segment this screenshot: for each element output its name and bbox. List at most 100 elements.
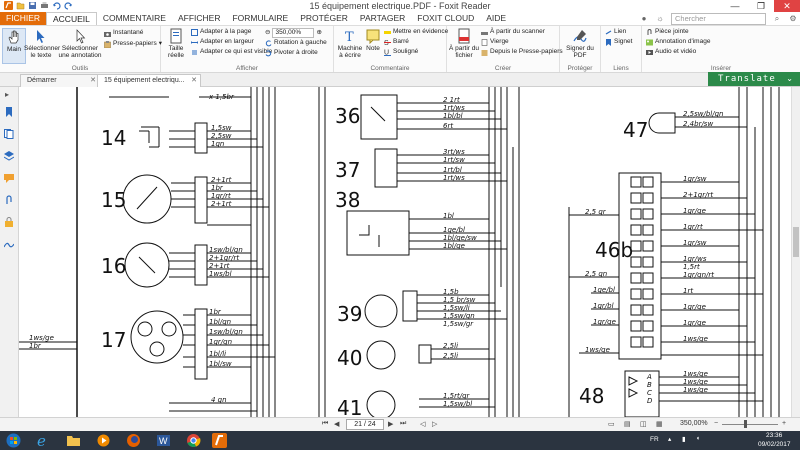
tab-formulaire[interactable]: FORMULAIRE <box>226 12 294 25</box>
vertical-scrollbar[interactable] <box>791 87 800 417</box>
continuous-view-icon[interactable]: ▤ <box>624 420 631 428</box>
minimize-button[interactable]: — <box>722 0 748 12</box>
tab-afficher[interactable]: AFFICHER <box>172 12 227 25</box>
previous-page-icon[interactable]: ◀ <box>334 420 339 428</box>
expand-arrow-icon[interactable]: ▸ <box>5 90 9 99</box>
from-file-button[interactable]: À partir du fichier <box>449 28 479 59</box>
foxit-reader-icon[interactable] <box>212 433 227 448</box>
close-button[interactable]: ✕ <box>774 0 800 12</box>
page-number-input[interactable]: 21 / 24 <box>346 419 384 430</box>
zoom-slider[interactable] <box>722 424 778 425</box>
previous-view-icon[interactable]: ◁ <box>420 420 425 428</box>
next-page-icon[interactable]: ▶ <box>388 420 393 428</box>
document-view[interactable]: 14 15 16 17 36 37 38 39 40 41 47 46b 48 … <box>19 87 792 417</box>
security-lock-icon[interactable] <box>4 217 14 227</box>
actual-size-button[interactable]: Taille réelle <box>163 28 189 59</box>
rotate-right-button[interactable]: Pivoter à droite <box>265 49 318 57</box>
tray-up-arrow-icon[interactable]: ▴ <box>668 435 671 443</box>
next-view-icon[interactable]: ▷ <box>432 420 437 428</box>
group-inserer: Pièce jointe Annotation d'image Audio et… <box>642 26 800 72</box>
audio-video-button[interactable]: Audio et vidéo <box>646 48 696 56</box>
from-scanner-label: À partir du scanner <box>490 28 545 35</box>
select-annotation-button[interactable]: Sélectionner une annotation <box>58 28 102 59</box>
tab-partager[interactable]: PARTAGER <box>354 12 411 25</box>
internet-explorer-icon[interactable]: e <box>36 432 51 450</box>
layers-panel-icon[interactable] <box>3 151 15 161</box>
sign-pdf-button[interactable]: Signer du PDF <box>562 28 598 59</box>
comments-panel-icon[interactable] <box>4 173 14 183</box>
network-icon[interactable]: ▮ <box>682 435 686 443</box>
tab-aide[interactable]: AIDE <box>480 12 512 25</box>
tab-fichier[interactable]: FICHIER <box>0 12 46 25</box>
blank-button[interactable]: Vierge <box>481 38 509 46</box>
wire-label: 1ge/bl <box>443 226 465 234</box>
chrome-icon[interactable] <box>186 433 201 448</box>
lightbulb-icon[interactable]: ☼ <box>655 14 665 24</box>
pages-panel-icon[interactable] <box>4 129 14 139</box>
attachments-panel-icon[interactable] <box>4 195 14 205</box>
underline-button[interactable]: U Souligné <box>384 48 418 56</box>
start-windows-icon[interactable] <box>6 433 21 448</box>
tab-commentaire[interactable]: COMMENTAIRE <box>97 12 172 25</box>
zoom-slider-handle[interactable] <box>744 420 747 428</box>
hand-tool-button[interactable]: Main <box>2 28 26 64</box>
close-icon[interactable]: ✕ <box>191 75 197 87</box>
tab-start[interactable]: Démarrer ✕ <box>20 74 100 87</box>
image-annotation-button[interactable]: Annotation d'image <box>646 38 710 46</box>
note-button[interactable]: Note <box>364 28 382 52</box>
from-clipboard-button[interactable]: Depuis le Presse-papiers <box>481 48 563 56</box>
zoom-out-icon[interactable]: − <box>714 420 718 427</box>
rotate-left-button[interactable]: Rotation à gauche <box>265 39 327 47</box>
zoom-in-icon[interactable]: + <box>782 420 786 427</box>
file-explorer-icon[interactable] <box>66 433 81 448</box>
tab-foxit-cloud[interactable]: FOXIT CLOUD <box>411 12 480 25</box>
zoom-input[interactable]: 350,00% <box>272 28 315 38</box>
fit-page-button[interactable]: Adapter à la page <box>191 28 251 36</box>
facing-view-icon[interactable]: ◫ <box>640 420 647 428</box>
zoom-out-icon[interactable]: ⊖ <box>265 29 270 37</box>
wire-label: 1sw/bl/gn <box>209 328 243 336</box>
link-button[interactable]: Lien <box>605 28 626 36</box>
gear-icon[interactable]: ⚙ <box>788 14 798 24</box>
clipboard-button[interactable]: Presse-papiers ▾ <box>104 40 162 48</box>
user-icon[interactable]: ● <box>639 14 649 24</box>
tab-document[interactable]: 15 équipement electriqu... ✕ <box>97 74 201 87</box>
fit-width-button[interactable]: Adapter en largeur <box>190 38 254 46</box>
highlight-button[interactable]: Mettre en évidence <box>384 28 448 36</box>
typewriter-button[interactable]: T Machine à écrire <box>336 28 364 59</box>
scrollbar-thumb[interactable] <box>793 227 799 257</box>
media-player-icon[interactable] <box>96 433 111 448</box>
wire-label: 1gr/ws <box>683 255 707 263</box>
from-scanner-button[interactable]: À partir du scanner <box>481 28 545 36</box>
search-icon[interactable]: ⌕ <box>772 14 782 24</box>
bookmark-button[interactable]: Signet <box>605 38 632 46</box>
firefox-icon[interactable] <box>126 433 141 448</box>
bookmarks-panel-icon[interactable] <box>4 107 14 117</box>
volume-icon[interactable]: ◖ <box>696 435 700 442</box>
language-indicator[interactable]: FR <box>650 436 659 443</box>
close-icon[interactable]: ✕ <box>90 75 96 87</box>
wire-label: 1ws/ge <box>683 378 708 386</box>
maximize-button[interactable]: ❐ <box>748 0 774 12</box>
search-input[interactable]: Chercher <box>671 12 766 25</box>
single-page-view-icon[interactable]: ▭ <box>608 420 615 428</box>
tab-proteger[interactable]: PROTÉGER <box>294 12 354 25</box>
snapshot-button[interactable]: Instantané <box>104 29 143 37</box>
tab-accueil[interactable]: ACCUEIL <box>46 12 97 25</box>
zoom-in-icon[interactable]: ⊕ <box>316 29 321 37</box>
clock-time[interactable]: 23:36 <box>766 432 782 439</box>
word-icon[interactable]: W <box>156 433 171 448</box>
select-text-button[interactable]: Sélectionner le texte <box>24 28 60 59</box>
continuous-facing-view-icon[interactable]: ▦ <box>656 420 663 428</box>
last-page-icon[interactable]: ⏭ <box>400 420 406 428</box>
translate-button[interactable]: Translate ⌄ <box>708 72 800 86</box>
first-page-icon[interactable]: ⏮ <box>322 420 328 428</box>
attachment-button[interactable]: Pièce jointe <box>646 28 689 36</box>
group-label-outils: Outils <box>71 65 89 72</box>
strikeout-button[interactable]: S Barré <box>384 38 409 47</box>
clock-date[interactable]: 09/02/2017 <box>758 441 791 448</box>
bookmark-icon <box>605 38 612 46</box>
wire-label: 1ws/bl <box>209 270 232 278</box>
fit-visible-button[interactable]: Adapter ce qui est visible <box>191 48 272 56</box>
signature-panel-icon[interactable] <box>3 239 15 249</box>
